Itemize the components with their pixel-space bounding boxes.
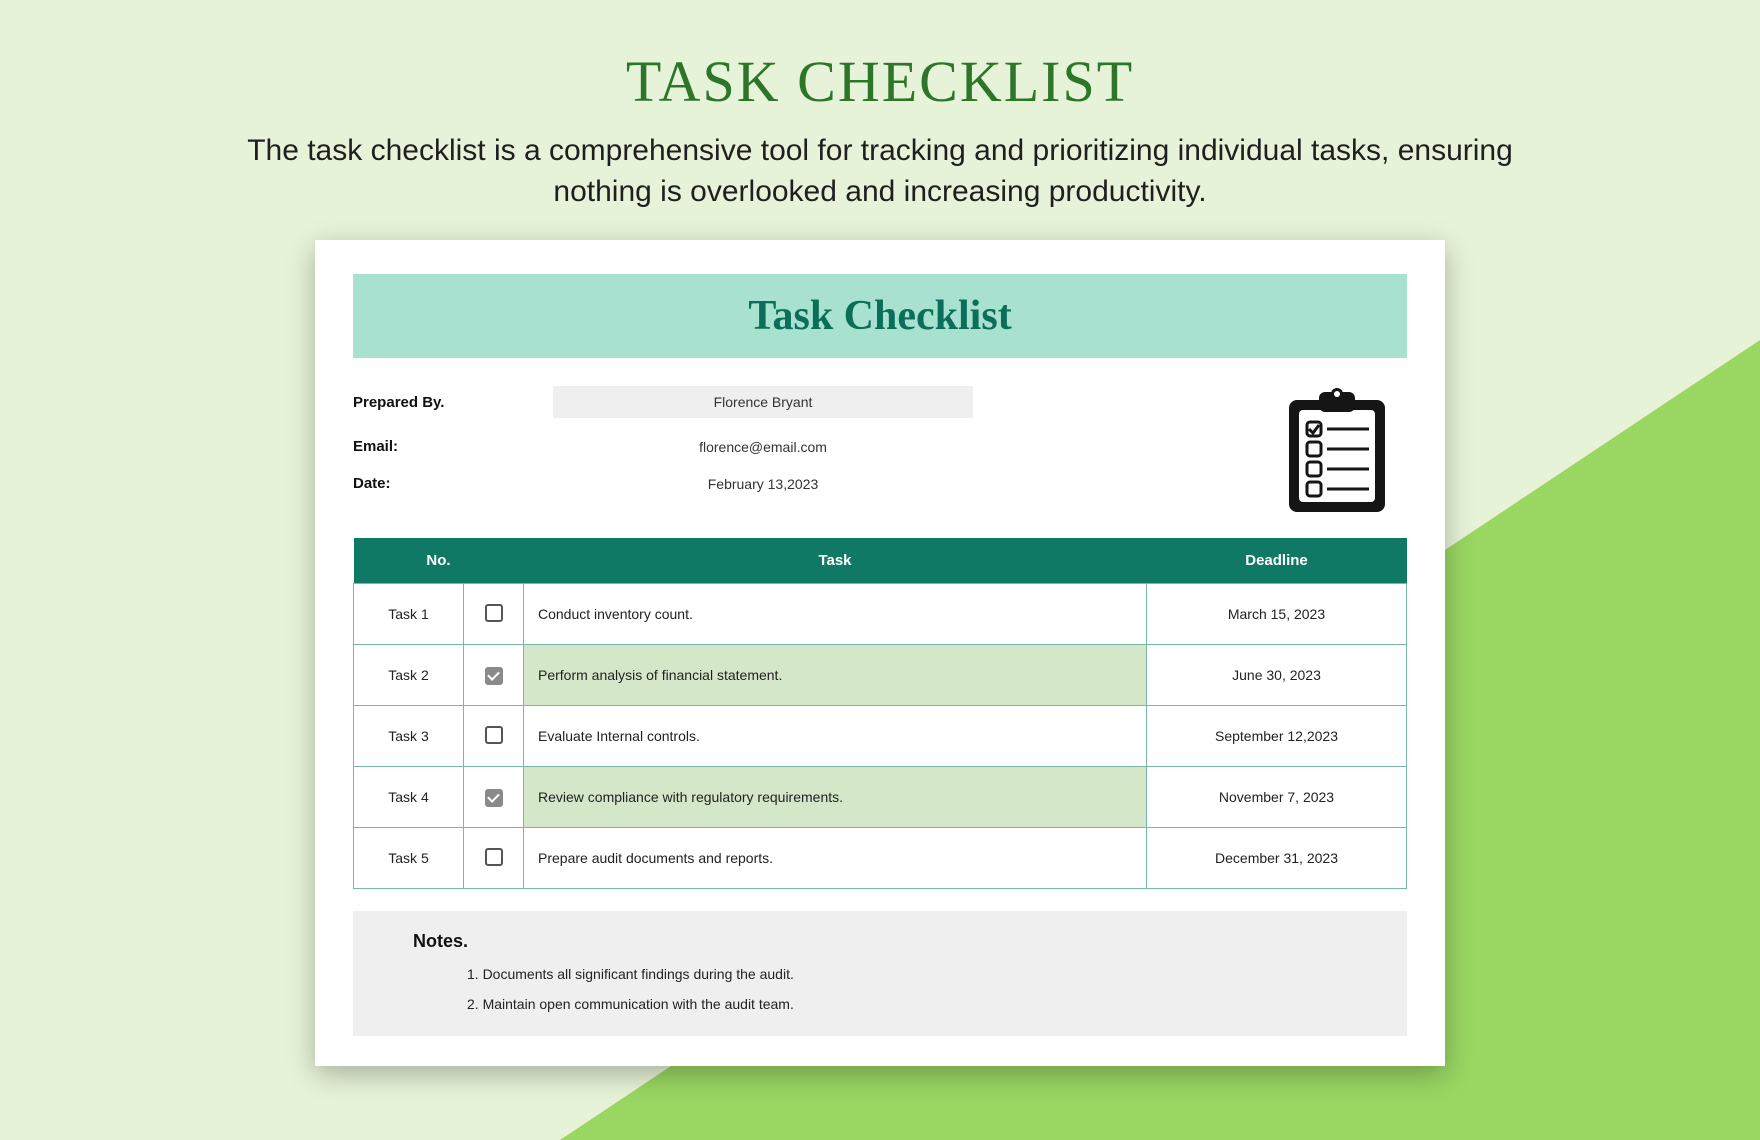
task-deadline: December 31, 2023	[1147, 828, 1407, 889]
task-deadline: June 30, 2023	[1147, 645, 1407, 706]
card-banner: Task Checklist	[353, 274, 1407, 358]
task-no: Task 1	[354, 584, 464, 645]
email-value: florence@email.com	[553, 439, 973, 455]
prepared-by-value: Florence Bryant	[553, 386, 973, 418]
checklist-card: Task Checklist Prepared By. Florence Bry…	[315, 240, 1445, 1066]
meta-block: Prepared By. Florence Bryant Email: flor…	[353, 386, 1407, 516]
notes-list: 1. Documents all significant findings du…	[413, 966, 1377, 1012]
task-checkbox[interactable]	[485, 848, 503, 866]
task-description: Perform analysis of financial statement.	[524, 645, 1146, 705]
task-checkbox[interactable]	[485, 604, 503, 622]
task-no: Task 5	[354, 828, 464, 889]
task-no: Task 4	[354, 767, 464, 828]
page-title: TASK CHECKLIST	[0, 0, 1760, 115]
card-banner-title: Task Checklist	[353, 292, 1407, 340]
table-row: Task 2 Perform analysis of financial stat…	[354, 645, 1407, 706]
task-description-cell: Perform analysis of financial statement.	[524, 645, 1147, 706]
col-header-deadline: Deadline	[1147, 538, 1407, 584]
task-deadline: November 7, 2023	[1147, 767, 1407, 828]
task-description: Review compliance with regulatory requir…	[524, 767, 1146, 827]
table-row: Task 4 Review compliance with regulatory …	[354, 767, 1407, 828]
notes-section: Notes. 1. Documents all significant find…	[353, 911, 1407, 1036]
task-checkbox-cell	[464, 645, 524, 706]
task-description-cell: Prepare audit documents and reports.	[524, 828, 1147, 889]
task-deadline: September 12,2023	[1147, 706, 1407, 767]
task-checkbox-cell	[464, 706, 524, 767]
task-description: Conduct inventory count.	[524, 584, 1146, 644]
prepared-by-label: Prepared By.	[353, 394, 553, 411]
col-header-task: Task	[524, 538, 1147, 584]
task-checkbox-cell	[464, 767, 524, 828]
meta-row-date: Date: February 13,2023	[353, 475, 1267, 492]
task-description-cell: Conduct inventory count.	[524, 584, 1147, 645]
table-row: Task 1 Conduct inventory count.March 15, …	[354, 584, 1407, 645]
task-description: Evaluate Internal controls.	[524, 706, 1146, 766]
table-row: Task 5 Prepare audit documents and report…	[354, 828, 1407, 889]
task-description-cell: Review compliance with regulatory requir…	[524, 767, 1147, 828]
notes-item: 2. Maintain open communication with the …	[467, 996, 1377, 1012]
notes-item: 1. Documents all significant findings du…	[467, 966, 1377, 982]
task-checkbox[interactable]	[485, 667, 503, 685]
task-checkbox-cell	[464, 584, 524, 645]
task-checkbox-cell	[464, 828, 524, 889]
date-value: February 13,2023	[553, 476, 973, 492]
notes-title: Notes.	[413, 931, 1377, 952]
page-subtitle: The task checklist is a comprehensive to…	[210, 131, 1550, 212]
task-checkbox[interactable]	[485, 726, 503, 744]
email-label: Email:	[353, 438, 553, 455]
meta-row-email: Email: florence@email.com	[353, 438, 1267, 455]
task-no: Task 2	[354, 645, 464, 706]
table-row: Task 3 Evaluate Internal controls.Septemb…	[354, 706, 1407, 767]
task-checkbox[interactable]	[485, 789, 503, 807]
task-deadline: March 15, 2023	[1147, 584, 1407, 645]
meta-row-prepared-by: Prepared By. Florence Bryant	[353, 386, 1267, 418]
task-description-cell: Evaluate Internal controls.	[524, 706, 1147, 767]
clipboard-icon	[1267, 386, 1407, 516]
col-header-no: No.	[354, 538, 524, 584]
task-no: Task 3	[354, 706, 464, 767]
task-description: Prepare audit documents and reports.	[524, 828, 1146, 888]
task-table: No. Task Deadline Task 1 Conduct inventor…	[353, 538, 1407, 889]
date-label: Date:	[353, 475, 553, 492]
